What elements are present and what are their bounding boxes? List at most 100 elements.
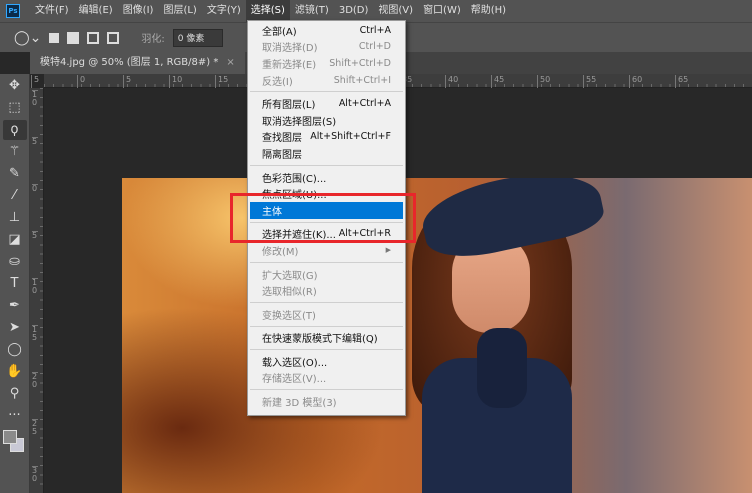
eraser-tool-icon[interactable]: ◪ xyxy=(3,230,27,250)
menu-item-label: 焦点区域(U)... xyxy=(262,190,327,202)
menu-item-label: 反选(I) xyxy=(262,76,293,88)
menu-item-label: 选择并遮住(K)... xyxy=(262,230,336,242)
foreground-color-swatch[interactable] xyxy=(3,430,17,444)
ruler-label: 65 xyxy=(675,75,688,88)
pen-tool-icon[interactable]: ✒ xyxy=(3,296,27,316)
submenu-arrow-icon: ▶ xyxy=(385,246,391,255)
menu-item[interactable]: 查找图层 Alt+Shift+Ctrl+F xyxy=(248,129,405,146)
zoom-tool-icon[interactable]: ⚲ xyxy=(3,384,27,404)
menu-separator xyxy=(250,349,403,351)
menu-item-label: 载入选区(O)... xyxy=(262,357,328,369)
menu-item[interactable]: 重新选择(E) Shift+Ctrl+D xyxy=(248,55,405,72)
move-tool-icon[interactable]: ✥ xyxy=(3,76,27,96)
menu-separator xyxy=(250,261,403,263)
menu-bar: Ps 文件(F) 编辑(E) 图像(I) 图层(L) 文字(Y) 选择(S) 滤镜(T) 3D… xyxy=(0,0,752,22)
ruler-label: 20 xyxy=(32,372,38,389)
menu-item-shortcut: Ctrl+D xyxy=(358,41,391,53)
menu-10[interactable]: 帮助(H) xyxy=(466,0,511,22)
menu-1[interactable]: 编辑(E) xyxy=(74,0,118,22)
menu-separator xyxy=(250,389,403,391)
ruler-label: 60 xyxy=(629,75,642,88)
ruler-label: 55 xyxy=(583,75,596,88)
new-selection-icon[interactable] xyxy=(49,32,60,43)
menu-item-label: 所有图层(L) xyxy=(262,100,316,112)
feather-input[interactable] xyxy=(172,28,223,47)
menu-item[interactable]: 全部(A) Ctrl+A xyxy=(248,22,405,39)
menu-2[interactable]: 图像(I) xyxy=(118,0,159,22)
menu-item[interactable]: 主体 xyxy=(250,201,403,219)
menu-item[interactable]: 焦点区域(U)... xyxy=(248,185,405,202)
paint-bucket-tool-icon[interactable]: ⛀ xyxy=(3,252,27,272)
menu-separator xyxy=(250,164,403,166)
menu-item-label: 变换选区(T) xyxy=(262,310,316,322)
menu-item-label: 修改(M) xyxy=(262,246,299,258)
menu-9[interactable]: 窗口(W) xyxy=(418,0,466,22)
menu-separator xyxy=(250,91,403,93)
subtract-selection-icon[interactable] xyxy=(87,31,100,44)
menu-item[interactable]: 所有图层(L) Alt+Ctrl+A xyxy=(248,95,405,112)
menu-item[interactable]: 色彩范围(C)... xyxy=(248,169,405,186)
menu-item[interactable]: 反选(I) Shift+Ctrl+I xyxy=(248,72,405,89)
intersect-selection-icon[interactable] xyxy=(107,31,120,44)
menu-item[interactable]: 修改(M) ▶ xyxy=(248,242,405,259)
ruler-label: 10 xyxy=(32,278,38,295)
menu-6[interactable]: 滤镜(T) xyxy=(290,0,334,22)
menu-item[interactable]: 隔离图层 xyxy=(248,145,405,162)
tools-panel: ✥ ⬚ ϙ ⚚ ✎ ⁄ ⊥ ◪ ⛀ T ✒ ➤ ◯ ✋ ⚲ ··· xyxy=(0,74,30,493)
menu-item[interactable]: 新建 3D 模型(3) xyxy=(248,393,405,410)
eyedropper-tool-icon[interactable]: ✎ xyxy=(3,164,27,184)
menu-separator xyxy=(250,325,403,327)
menu-item[interactable]: 载入选区(O)... xyxy=(248,353,405,370)
ruler-label: 30 xyxy=(32,466,38,483)
more-tool-icon[interactable]: ··· xyxy=(3,406,27,426)
menu-item-label: 新建 3D 模型(3) xyxy=(262,398,337,410)
menu-item-label: 重新选择(E) xyxy=(262,59,317,71)
close-tab-icon[interactable]: × xyxy=(226,57,234,68)
add-selection-icon[interactable] xyxy=(67,31,80,44)
menu-item-label: 查找图层 xyxy=(262,133,302,145)
menu-7[interactable]: 3D(D) xyxy=(334,0,374,22)
menu-item[interactable]: 选取相似(R) xyxy=(248,282,405,299)
menu-item[interactable]: 在快速蒙版模式下编辑(Q) xyxy=(248,330,405,347)
document-canvas-photo[interactable] xyxy=(122,178,752,493)
menu-item[interactable]: 变换选区(T) xyxy=(248,306,405,323)
menu-item-shortcut: Ctrl+A xyxy=(359,24,391,36)
menu-4[interactable]: 文字(Y) xyxy=(202,0,246,22)
menu-item-label: 隔离图层 xyxy=(262,149,302,161)
menu-item-label: 扩大选取(G) xyxy=(262,270,318,282)
ruler-label: 5 xyxy=(32,231,38,240)
photo-glove xyxy=(477,328,527,408)
document-tab[interactable]: 模特4.jpg @ 50% (图层 1, RGB/8#) * × xyxy=(30,52,245,74)
menu-item-label: 全部(A) xyxy=(262,26,297,38)
stamp-tool-icon[interactable]: ⊥ xyxy=(3,208,27,228)
menu-5[interactable]: 选择(S) xyxy=(245,0,290,22)
photoshop-logo: Ps xyxy=(6,4,20,18)
ruler-label: 10 xyxy=(169,75,182,88)
path-select-tool-icon[interactable]: ➤ xyxy=(3,318,27,338)
menu-item[interactable]: 存储选区(V)... xyxy=(248,370,405,387)
menu-item-label: 选取相似(R) xyxy=(262,287,317,299)
magic-wand-tool-icon[interactable]: ⚚ xyxy=(3,142,27,162)
menu-item-label: 取消选择(D) xyxy=(262,43,318,55)
ruler-label: 10 xyxy=(32,90,38,107)
menu-3[interactable]: 图层(L) xyxy=(158,0,201,22)
type-tool-icon[interactable]: T xyxy=(3,274,27,294)
marquee-tool-icon[interactable]: ⬚ xyxy=(3,98,27,118)
menu-item[interactable]: 扩大选取(G) xyxy=(248,266,405,283)
menu-0[interactable]: 文件(F) xyxy=(30,0,74,22)
menu-item[interactable]: 取消选择图层(S) xyxy=(248,112,405,129)
brush-tool-icon[interactable]: ⁄ xyxy=(3,186,27,206)
document-title: 模特4.jpg @ 50% (图层 1, RGB/8#) * xyxy=(40,57,219,68)
ellipse-tool-icon[interactable]: ◯ xyxy=(3,340,27,360)
vertical-ruler: 10 5 0 5 10 15 20 25 30 xyxy=(30,88,44,493)
menu-item-label: 取消选择图层(S) xyxy=(262,116,337,128)
hand-tool-icon[interactable]: ✋ xyxy=(3,362,27,382)
ruler-label: 25 xyxy=(32,419,38,436)
menu-8[interactable]: 视图(V) xyxy=(373,0,418,22)
menu-item[interactable]: 选择并遮住(K)... Alt+Ctrl+R xyxy=(248,226,405,243)
lasso-icon[interactable]: ◯⌄ xyxy=(14,30,41,46)
ruler-label: 0 xyxy=(77,75,85,88)
lasso-tool-icon[interactable]: ϙ xyxy=(2,120,27,140)
ruler-label: 50 xyxy=(537,75,550,88)
menu-item[interactable]: 取消选择(D) Ctrl+D xyxy=(248,39,405,56)
